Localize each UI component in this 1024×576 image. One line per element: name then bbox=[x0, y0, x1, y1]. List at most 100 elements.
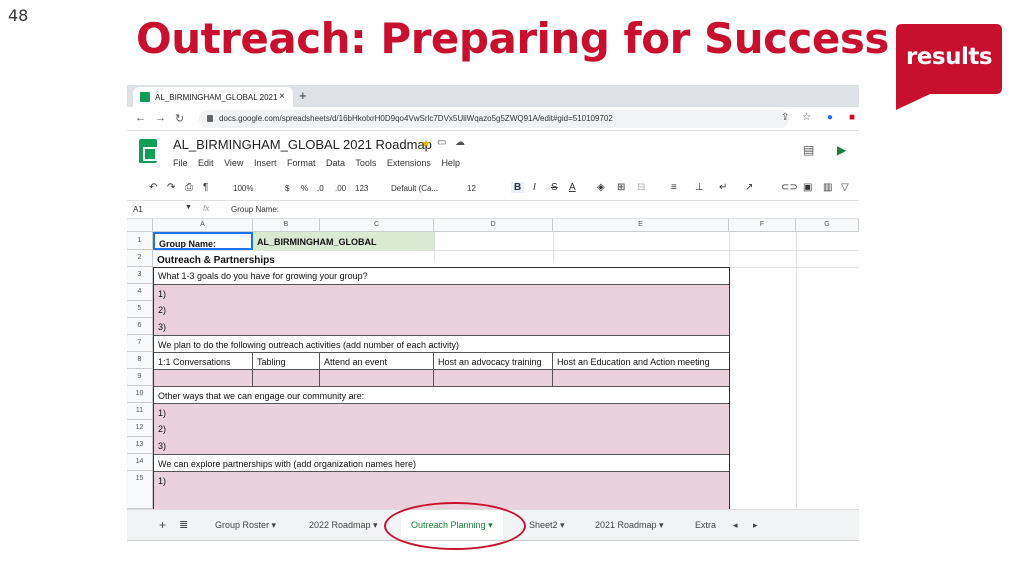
name-box-dropdown-icon[interactable]: ▼ bbox=[185, 204, 192, 211]
italic-button[interactable]: I bbox=[533, 182, 536, 193]
cell-a11[interactable]: 1) bbox=[154, 403, 729, 420]
text-wrap-icon[interactable]: ↵ bbox=[719, 182, 727, 193]
row-header-4[interactable]: 4 bbox=[127, 284, 153, 301]
paint-format-icon[interactable]: ¶ bbox=[203, 182, 208, 193]
cell-b8[interactable]: Tabling bbox=[253, 352, 320, 369]
menu-file[interactable]: File bbox=[173, 158, 188, 168]
row-header-14[interactable]: 14 bbox=[127, 454, 153, 471]
share-icon[interactable]: ⇪ bbox=[781, 112, 789, 123]
cell-b1[interactable]: AL_BIRMINGHAM_GLOBAL bbox=[253, 232, 434, 250]
row-header-5[interactable]: 5 bbox=[127, 301, 153, 318]
cell-a2[interactable]: Outreach & Partnerships bbox=[153, 252, 353, 268]
move-folder-icon[interactable]: ▭ bbox=[437, 137, 446, 148]
column-header-c[interactable]: C bbox=[320, 219, 434, 232]
document-title[interactable]: AL_BIRMINGHAM_GLOBAL 2021 Roadmap bbox=[173, 137, 432, 152]
merge-cells-icon[interactable]: ⊟ bbox=[637, 182, 645, 193]
currency-button[interactable]: $ bbox=[285, 184, 289, 193]
cell-a1[interactable]: Group Name: bbox=[153, 232, 253, 250]
browser-tab[interactable]: AL_BIRMINGHAM_GLOBAL 2021 × bbox=[133, 87, 293, 107]
align-left-icon[interactable]: ≡ bbox=[671, 182, 677, 193]
column-header-e[interactable]: E bbox=[553, 219, 729, 232]
cell-a9[interactable] bbox=[154, 369, 253, 386]
decrease-decimal-button[interactable]: .0 bbox=[317, 184, 324, 193]
cell-d8[interactable]: Host an advocacy training bbox=[434, 352, 553, 369]
cell-c9[interactable] bbox=[320, 369, 434, 386]
cell-b9[interactable] bbox=[253, 369, 320, 386]
url-field[interactable]: docs.google.com/spreadsheets/d/16bHkolxr… bbox=[199, 110, 789, 128]
profile-icon[interactable]: ■ bbox=[849, 112, 855, 123]
cell-a10[interactable]: Other ways that we can engage our commun… bbox=[154, 386, 729, 403]
vertical-align-icon[interactable]: ⊥ bbox=[695, 182, 704, 193]
cell-a3[interactable]: What 1-3 goals do you have for growing y… bbox=[154, 268, 729, 284]
row-header-10[interactable]: 10 bbox=[127, 386, 153, 403]
row-header-3[interactable]: 3 bbox=[127, 267, 153, 284]
font-select[interactable]: Default (Ca... bbox=[391, 184, 438, 193]
filter-icon[interactable]: ▽ bbox=[841, 182, 849, 193]
forward-arrow-icon[interactable]: → bbox=[155, 112, 166, 124]
scroll-tabs-left-icon[interactable]: ◂ bbox=[733, 520, 738, 531]
bookmark-star-icon[interactable]: ☆ bbox=[802, 112, 811, 123]
scroll-tabs-right-icon[interactable]: ▸ bbox=[753, 520, 758, 531]
chart-icon[interactable]: ▥ bbox=[823, 182, 832, 193]
back-arrow-icon[interactable]: ← bbox=[135, 112, 146, 124]
borders-icon[interactable]: ⊞ bbox=[617, 182, 625, 193]
text-rotation-icon[interactable]: ↗ bbox=[745, 182, 753, 193]
row-header-6[interactable]: 6 bbox=[127, 318, 153, 335]
column-header-f[interactable]: F bbox=[729, 219, 796, 232]
column-header-g[interactable]: G bbox=[796, 219, 859, 232]
fill-color-icon[interactable]: ◈ bbox=[597, 182, 605, 193]
bold-button[interactable]: B bbox=[511, 182, 525, 193]
undo-icon[interactable]: ↶ bbox=[149, 182, 157, 193]
menu-insert[interactable]: Insert bbox=[254, 158, 277, 168]
select-all-corner[interactable] bbox=[127, 219, 153, 232]
sheet-tab-2022-roadmap[interactable]: 2022 Roadmap ▾ bbox=[309, 520, 378, 531]
star-icon[interactable]: ★ bbox=[421, 137, 431, 150]
menu-tools[interactable]: Tools bbox=[355, 158, 376, 168]
cell-a8[interactable]: 1:1 Conversations bbox=[154, 352, 253, 369]
menu-help[interactable]: Help bbox=[441, 158, 460, 168]
text-color-button[interactable]: A bbox=[569, 182, 576, 193]
column-header-d[interactable]: D bbox=[434, 219, 553, 232]
percent-button[interactable]: % bbox=[301, 184, 308, 193]
row-header-8[interactable]: 8 bbox=[127, 352, 153, 369]
close-tab-icon[interactable]: × bbox=[279, 91, 285, 102]
sheets-logo-icon[interactable] bbox=[139, 139, 157, 163]
row-header-9[interactable]: 9 bbox=[127, 369, 153, 386]
sheet-tab-sheet2[interactable]: Sheet2 ▾ bbox=[529, 520, 565, 531]
more-formats-button[interactable]: 123 bbox=[355, 184, 368, 193]
cell-d9[interactable] bbox=[434, 369, 553, 386]
sheet-tab-extra[interactable]: Extra bbox=[695, 520, 716, 530]
sheet-tab-group-roster[interactable]: Group Roster ▾ bbox=[215, 520, 276, 531]
reload-icon[interactable]: ↻ bbox=[175, 112, 184, 125]
menu-extensions[interactable]: Extensions bbox=[387, 158, 431, 168]
font-size-select[interactable]: 12 bbox=[467, 184, 476, 193]
print-icon[interactable]: ⎙ bbox=[185, 182, 193, 193]
menu-data[interactable]: Data bbox=[326, 158, 345, 168]
cell-a12[interactable]: 2) bbox=[154, 420, 729, 437]
row-header-1[interactable]: 1 bbox=[127, 232, 153, 250]
row-header-2[interactable]: 2 bbox=[127, 250, 153, 267]
strikethrough-button[interactable]: S bbox=[551, 182, 558, 193]
comments-icon[interactable]: ▤ bbox=[803, 143, 814, 157]
cell-a14[interactable]: We can explore partnerships with (add or… bbox=[154, 454, 729, 471]
cell-e9[interactable] bbox=[553, 369, 729, 386]
row-header-7[interactable]: 7 bbox=[127, 335, 153, 352]
cell-a6[interactable]: 3) bbox=[154, 318, 729, 335]
menu-view[interactable]: View bbox=[224, 158, 243, 168]
link-icon[interactable]: ⊂⊃ bbox=[781, 182, 798, 193]
all-sheets-icon[interactable]: ≣ bbox=[179, 518, 188, 531]
menu-edit[interactable]: Edit bbox=[198, 158, 214, 168]
row-header-11[interactable]: 11 bbox=[127, 403, 153, 420]
cell-a13[interactable]: 3) bbox=[154, 437, 729, 454]
zoom-select[interactable]: 100% bbox=[233, 184, 253, 193]
column-header-b[interactable]: B bbox=[253, 219, 320, 232]
comment-icon[interactable]: ▣ bbox=[803, 182, 812, 193]
cloud-status-icon[interactable]: ☁ bbox=[455, 137, 465, 148]
cell-a4[interactable]: 1) bbox=[154, 284, 729, 301]
meet-icon[interactable]: ▶ bbox=[837, 143, 846, 157]
row-header-15[interactable]: 15 bbox=[127, 471, 153, 509]
sheet-tab-2021-roadmap[interactable]: 2021 Roadmap ▾ bbox=[595, 520, 664, 531]
redo-icon[interactable]: ↷ bbox=[167, 182, 175, 193]
cell-e8[interactable]: Host an Education and Action meeting bbox=[553, 352, 729, 369]
row-header-12[interactable]: 12 bbox=[127, 420, 153, 437]
